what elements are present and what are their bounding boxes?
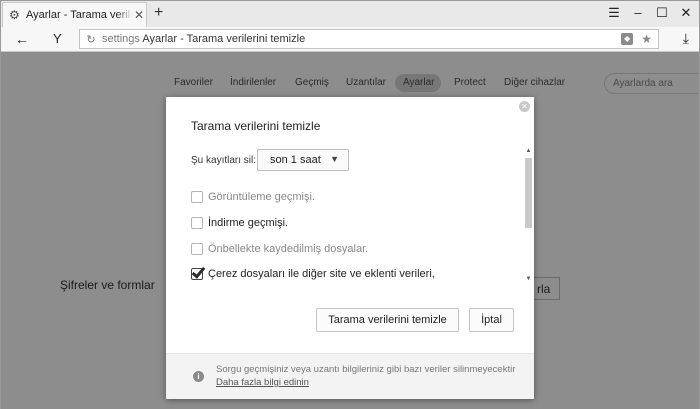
checkbox[interactable] <box>191 243 203 255</box>
checkbox-checked[interactable] <box>191 268 203 280</box>
tab-title: Ayarlar - Tarama verilerini <box>26 9 132 21</box>
close-dialog-icon[interactable]: ✕ <box>519 101 530 112</box>
scroll-down-icon[interactable]: ▼ <box>525 276 532 282</box>
option-label: İndirme geçmişi. <box>208 217 289 229</box>
shield-icon[interactable]: ◆ <box>621 33 634 45</box>
minimize-icon[interactable]: – <box>631 5 645 21</box>
option-cookies[interactable]: Çerez dosyaları ile diğer site ve eklent… <box>191 268 435 280</box>
back-arrow-icon[interactable]: ← <box>15 31 29 47</box>
dialog-title: Tarama verilerini temizle <box>191 119 321 133</box>
info-icon: i <box>193 371 204 382</box>
footer-note: Sorgu geçmişiniz veya uzantı bilgilerini… <box>216 364 516 375</box>
menu-item-settings[interactable]: Ayarlar <box>403 77 435 88</box>
menu-item-history[interactable]: Geçmiş <box>295 77 329 88</box>
url-title: Ayarlar - Tarama verilerini temizle <box>142 33 306 45</box>
option-label: Çerez dosyaları ile diğer site ve eklent… <box>208 268 435 280</box>
period-select[interactable]: son 1 saat ▼ <box>257 149 349 171</box>
option-download-history[interactable]: İndirme geçmişi. <box>191 217 288 229</box>
menu-item-other-devices[interactable]: Diğer cihazlar <box>504 77 565 88</box>
address-bar[interactable]: ↻ settings Ayarlar - Tarama verilerini t… <box>79 29 659 49</box>
close-tab-icon[interactable]: ✕ <box>132 8 146 22</box>
option-cached-files[interactable]: Önbellekte kaydedilmiş dosyalar. <box>191 243 368 255</box>
download-icon[interactable]: ⤓ <box>683 30 689 47</box>
window-controls: ☰ – ☐ ✕ <box>607 5 693 21</box>
options-scrollbar[interactable]: ▲ ▼ <box>525 148 532 288</box>
settings-menu: Favoriler İndirilenler Geçmiş Uzantılar … <box>1 74 699 94</box>
period-value: son 1 saat <box>270 154 321 166</box>
checkbox[interactable] <box>191 191 203 203</box>
gear-icon: ⚙ <box>9 8 20 22</box>
tab-strip: ⚙ Ayarlar - Tarama verilerini ✕ + ☰ – ☐ … <box>1 1 699 27</box>
yandex-logo-icon[interactable]: Y <box>53 31 62 47</box>
menu-item-favorites[interactable]: Favoriler <box>174 77 213 88</box>
dialog-footer: i Sorgu geçmişiniz veya uzantı bilgileri… <box>166 353 534 399</box>
navigation-bar: ← Y ↻ settings Ayarlar - Tarama verileri… <box>1 27 699 52</box>
clear-data-button[interactable]: Tarama verilerini temizle <box>316 308 459 332</box>
cancel-button[interactable]: İptal <box>469 308 514 332</box>
tab-settings[interactable]: ⚙ Ayarlar - Tarama verilerini ✕ <box>2 2 147 27</box>
maximize-icon[interactable]: ☐ <box>655 5 669 21</box>
url-text[interactable]: settings Ayarlar - Tarama verilerini tem… <box>102 33 621 45</box>
chevron-down-icon: ▼ <box>330 154 339 164</box>
menu-item-downloads[interactable]: İndirilenler <box>230 77 276 88</box>
settings-search-input[interactable]: Ayarlarda ara <box>604 73 699 94</box>
option-label: Görüntüleme geçmişi. <box>208 191 315 203</box>
scroll-up-icon[interactable]: ▲ <box>525 148 532 154</box>
reload-icon[interactable]: ↻ <box>80 33 102 46</box>
footer-text: Sorgu geçmişiniz veya uzantı bilgilerini… <box>216 363 516 389</box>
menu-icon[interactable]: ☰ <box>607 5 621 21</box>
menu-item-extensions[interactable]: Uzantılar <box>346 77 386 88</box>
url-host: settings <box>102 33 140 45</box>
close-window-icon[interactable]: ✕ <box>679 5 693 21</box>
clear-data-dialog: ✕ Tarama verilerini temizle Şu kayıtları… <box>166 97 534 399</box>
section-label: Şifreler ve formlar <box>60 278 155 292</box>
browser-window: ⚙ Ayarlar - Tarama verilerini ✕ + ☰ – ☐ … <box>0 0 700 409</box>
menu-item-protect[interactable]: Protect <box>454 77 486 88</box>
period-label: Şu kayıtları sil: <box>191 155 257 166</box>
scrollbar-thumb[interactable] <box>525 158 532 228</box>
learn-more-link[interactable]: Daha fazla bilgi edinin <box>216 377 309 388</box>
option-browsing-history[interactable]: Görüntüleme geçmişi. <box>191 191 315 203</box>
bookmark-star-icon[interactable]: ★ <box>641 32 652 46</box>
checkbox[interactable] <box>191 217 203 229</box>
option-label: Önbellekte kaydedilmiş dosyalar. <box>208 243 369 255</box>
new-tab-button[interactable]: + <box>154 5 163 21</box>
